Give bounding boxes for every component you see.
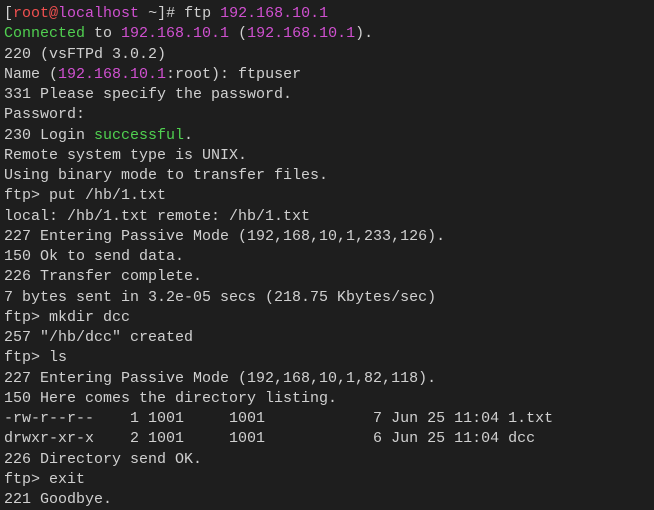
status-successful: successful xyxy=(94,127,184,144)
ip-address: 192.168.10.1 xyxy=(121,25,229,42)
prompt-bracket: [ xyxy=(4,5,13,22)
text: 230 Login xyxy=(4,127,94,144)
prompt-host: localhost xyxy=(58,5,139,22)
terminal-line: 230 Login successful. xyxy=(4,126,650,146)
text: :root): ftpuser xyxy=(166,66,301,83)
terminal-line: 220 (vsFTPd 3.0.2) xyxy=(4,45,650,65)
terminal-line: drwxr-xr-x 2 1001 1001 6 Jun 25 11:04 dc… xyxy=(4,429,650,449)
terminal-line: 331 Please specify the password. xyxy=(4,85,650,105)
prompt-user: root xyxy=(13,5,49,22)
status-connected: Connected xyxy=(4,25,85,42)
terminal-line: 150 Here comes the directory listing. xyxy=(4,389,650,409)
terminal-line: Remote system type is UNIX. xyxy=(4,146,650,166)
terminal-line: 150 Ok to send data. xyxy=(4,247,650,267)
terminal-line: Name (192.168.10.1:root): ftpuser xyxy=(4,65,650,85)
text: ( xyxy=(229,25,247,42)
terminal-line: [root@localhost ~]# ftp 192.168.10.1 xyxy=(4,4,650,24)
terminal-line: 226 Directory send OK. xyxy=(4,450,650,470)
terminal-line: ftp> exit xyxy=(4,470,650,490)
terminal-line: Using binary mode to transfer files. xyxy=(4,166,650,186)
terminal-line: 7 bytes sent in 3.2e-05 secs (218.75 Kby… xyxy=(4,288,650,308)
terminal-line: local: /hb/1.txt remote: /hb/1.txt xyxy=(4,207,650,227)
terminal-line: ftp> ls xyxy=(4,348,650,368)
terminal-line: 221 Goodbye. xyxy=(4,490,650,510)
ip-address: 192.168.10.1 xyxy=(58,66,166,83)
text: to xyxy=(85,25,121,42)
terminal-line: Connected to 192.168.10.1 (192.168.10.1)… xyxy=(4,24,650,44)
terminal-line: 257 "/hb/dcc" created xyxy=(4,328,650,348)
terminal-line: 227 Entering Passive Mode (192,168,10,1,… xyxy=(4,227,650,247)
text: ). xyxy=(355,25,373,42)
terminal-line: 227 Entering Passive Mode (192,168,10,1,… xyxy=(4,369,650,389)
prompt-rest: ~]# ftp xyxy=(139,5,220,22)
prompt-at: @ xyxy=(49,5,58,22)
terminal-line: ftp> put /hb/1.txt xyxy=(4,186,650,206)
ftp-target-ip: 192.168.10.1 xyxy=(220,5,328,22)
terminal-line: ftp> mkdir dcc xyxy=(4,308,650,328)
terminal-line: -rw-r--r-- 1 1001 1001 7 Jun 25 11:04 1.… xyxy=(4,409,650,429)
ip-address: 192.168.10.1 xyxy=(247,25,355,42)
text: Name ( xyxy=(4,66,58,83)
terminal-line: 226 Transfer complete. xyxy=(4,267,650,287)
text: . xyxy=(184,127,193,144)
terminal-line: Password: xyxy=(4,105,650,125)
